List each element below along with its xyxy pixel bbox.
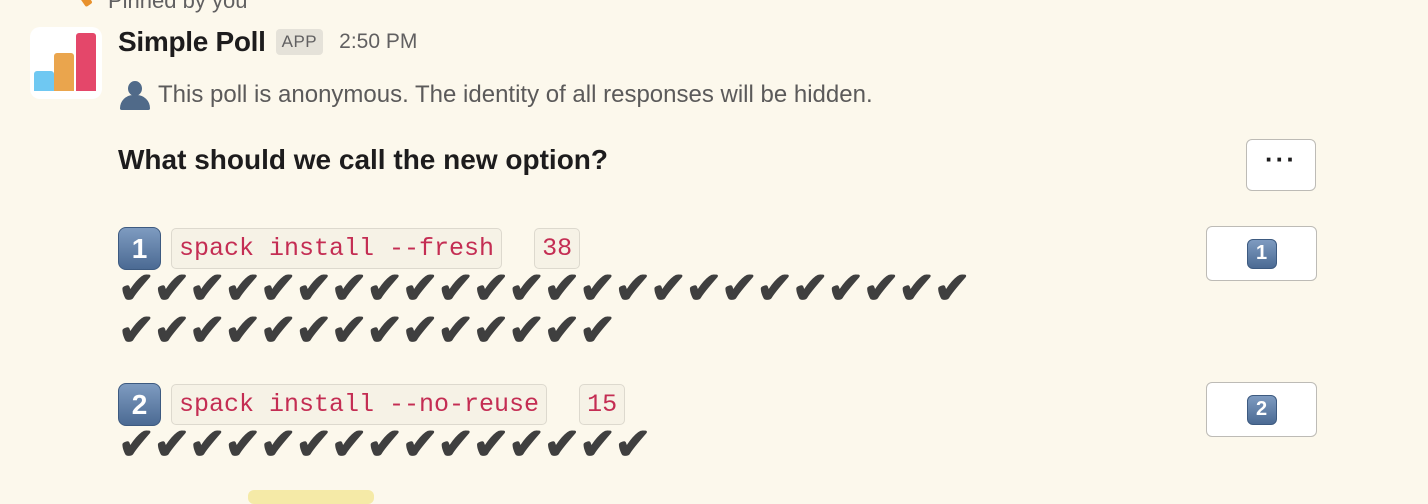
app-name[interactable]: Simple Poll [118,26,266,58]
option-text: spack install --no-reuse [171,384,548,425]
pin-icon [80,0,94,8]
vote-count: 15 [579,384,626,425]
anonymous-notice-text: This poll is anonymous. The identity of … [158,81,873,108]
pinned-label: Pinned by you [108,0,248,13]
message-timestamp[interactable]: 2:50 PM [339,30,417,54]
poll-option-1: 1 spack install --fresh 38 ✔✔✔✔✔✔✔✔✔✔✔✔✔… [118,227,1198,355]
avatar-bar-blue [34,71,54,91]
avatar-bar-orange [54,53,74,91]
vote-count: 38 [534,228,581,269]
pinned-indicator: Pinned by you [80,0,247,14]
vote-button-1[interactable]: 1 [1206,226,1317,281]
more-icon: ··· [1265,144,1297,174]
message-header: Simple Poll APP 2:50 PM [118,26,417,58]
checkmarks-line: ✔✔✔✔✔✔✔✔✔✔✔✔✔✔ [118,306,616,355]
avatar-bar-red [76,33,96,91]
checkmarks-line: ✔✔✔✔✔✔✔✔✔✔✔✔✔✔✔✔✔✔✔✔✔✔✔✔ [118,264,971,313]
anonymous-notice: This poll is anonymous. The identity of … [118,80,873,110]
poll-question: What should we call the new option? [118,144,608,175]
next-option-highlight [248,490,374,504]
vote-checkmarks: ✔✔✔✔✔✔✔✔✔✔✔✔✔✔✔ [118,420,1198,469]
keycap-1-icon: 1 [1246,238,1277,269]
more-actions-button[interactable]: ··· [1246,139,1316,191]
vote-button-2[interactable]: 2 [1206,382,1317,437]
poll-option-2: 2 spack install --no-reuse 15 ✔✔✔✔✔✔✔✔✔✔… [118,383,1198,469]
vote-checkmarks: ✔✔✔✔✔✔✔✔✔✔✔✔✔✔✔✔✔✔✔✔✔✔✔✔ ✔✔✔✔✔✔✔✔✔✔✔✔✔✔ [118,264,1198,355]
app-avatar[interactable] [30,27,102,99]
person-silhouette-icon [118,80,152,110]
app-badge: APP [275,29,324,55]
option-text: spack install --fresh [171,228,503,269]
keycap-2-icon: 2 [1246,394,1277,425]
checkmarks-line: ✔✔✔✔✔✔✔✔✔✔✔✔✔✔✔ [118,420,651,469]
